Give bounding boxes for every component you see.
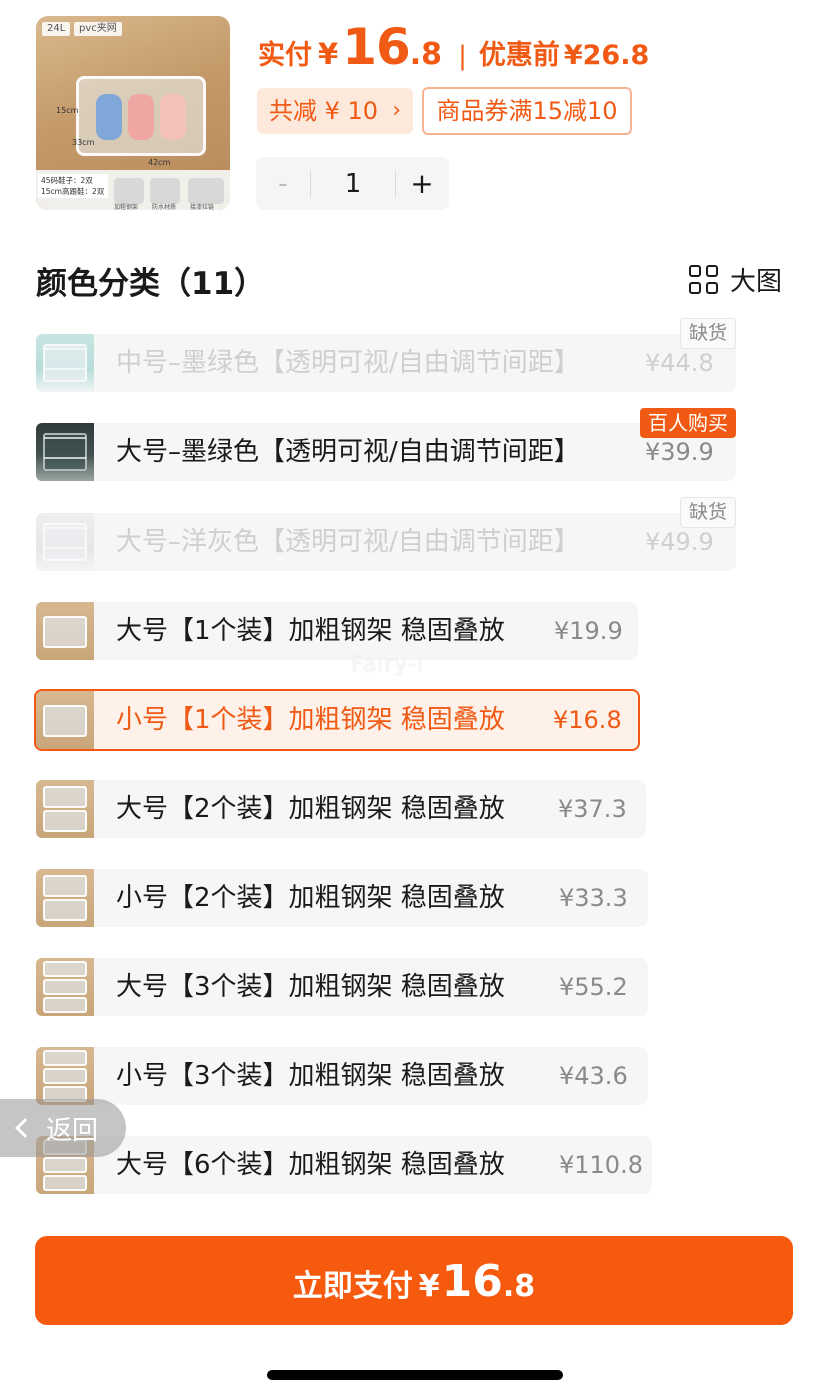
out-of-stock-badge: 缺货 bbox=[679, 318, 736, 349]
quantity-value[interactable]: 1 bbox=[311, 169, 395, 199]
grid-icon bbox=[689, 264, 718, 294]
product-thumbnail[interactable]: 24L pvc夹网 15cm 33cm 42cm 45码鞋子：2双 15cm高跟… bbox=[36, 16, 230, 210]
option-thumbnail bbox=[36, 780, 94, 838]
thumb-caption: 15cm高跟鞋：2双 bbox=[41, 187, 105, 196]
option-item[interactable]: 大号–墨绿色【透明可视/自由调节间距】 ¥39.9 百人购买 bbox=[36, 408, 736, 481]
thumb-info-strip: 45码鞋子：2双 15cm高跟鞋：2双 加粗钢架 防水材质 接漆拉链 bbox=[36, 170, 230, 210]
option-thumbnail bbox=[36, 958, 94, 1016]
option-item[interactable]: 大号–洋灰色【透明可视/自由调节间距】 ¥49.9 缺货 bbox=[36, 497, 736, 571]
thumb-dim-width: 42cm bbox=[148, 158, 171, 167]
thumb-dim-height: 15cm bbox=[56, 106, 79, 115]
thumb-caption: 45码鞋子：2双 bbox=[41, 176, 93, 185]
back-button[interactable]: 返回 bbox=[0, 1099, 126, 1157]
option-label: 中号–墨绿色【透明可视/自由调节间距】 bbox=[116, 348, 580, 378]
option-label: 大号【2个装】加粗钢架 稳固叠放 bbox=[116, 794, 505, 824]
option-item[interactable]: 大号【2个装】加粗钢架 稳固叠放 ¥37.3 bbox=[36, 780, 646, 838]
pay-amount-dec: .8 bbox=[502, 1269, 536, 1304]
option-price: ¥19.9 bbox=[554, 617, 623, 645]
option-thumbnail bbox=[36, 513, 94, 571]
coupon-chip[interactable]: 商品券满15减10 bbox=[422, 87, 632, 135]
feature-image bbox=[114, 178, 144, 204]
option-item[interactable]: 大号【1个装】加粗钢架 稳固叠放 ¥19.9 bbox=[36, 602, 638, 660]
decrease-quantity-button[interactable]: - bbox=[256, 169, 310, 199]
shoe-illustration bbox=[96, 94, 122, 140]
discount-chip[interactable]: 共减 ¥ 10 › bbox=[257, 88, 413, 134]
thumb-dim-depth: 33cm bbox=[72, 138, 95, 147]
option-label: 大号【6个装】加粗钢架 稳固叠放 bbox=[116, 1150, 505, 1180]
option-label: 小号【2个装】加粗钢架 稳固叠放 bbox=[116, 883, 505, 913]
option-thumbnail bbox=[36, 602, 94, 660]
paid-label: 实付 bbox=[258, 40, 312, 71]
watermark: Fairy-i bbox=[351, 652, 424, 677]
original-price: ¥26.8 bbox=[563, 40, 650, 71]
chevron-left-icon bbox=[15, 1118, 35, 1138]
popular-badge: 百人购买 bbox=[640, 408, 736, 438]
option-price: ¥43.6 bbox=[559, 1062, 628, 1090]
discount-label: 共减 ¥ 10 bbox=[269, 97, 379, 125]
feature-image bbox=[188, 178, 224, 204]
shoe-illustration bbox=[160, 94, 186, 140]
feature-label: 防水材质 bbox=[152, 204, 177, 210]
option-label: 大号【3个装】加粗钢架 稳固叠放 bbox=[116, 972, 505, 1002]
chevron-right-icon: › bbox=[392, 98, 401, 123]
option-label: 大号–墨绿色【透明可视/自由调节间距】 bbox=[116, 437, 580, 467]
shoe-illustration bbox=[128, 94, 154, 140]
option-price: ¥37.3 bbox=[558, 795, 627, 823]
option-label: 大号–洋灰色【透明可视/自由调节间距】 bbox=[116, 527, 580, 557]
option-price: ¥16.8 bbox=[553, 706, 622, 734]
price-separator: | bbox=[458, 41, 467, 71]
feature-label: 加粗钢架 bbox=[114, 204, 139, 210]
thumb-tag-material: pvc夹网 bbox=[74, 22, 122, 36]
pay-label: 立即支付 bbox=[292, 1269, 413, 1304]
option-thumbnail bbox=[36, 423, 94, 481]
paid-price-int: 16 bbox=[342, 18, 411, 76]
option-price: ¥55.2 bbox=[559, 973, 628, 1001]
option-thumbnail bbox=[36, 1047, 94, 1105]
big-view-label: 大图 bbox=[730, 266, 783, 297]
home-indicator[interactable] bbox=[267, 1370, 563, 1380]
option-thumbnail bbox=[36, 691, 94, 749]
quantity-stepper: - 1 + bbox=[256, 157, 449, 210]
feature-image bbox=[150, 178, 180, 204]
pay-amount-int: 16 bbox=[441, 1256, 503, 1307]
out-of-stock-badge: 缺货 bbox=[679, 497, 736, 528]
option-item[interactable]: 小号【3个装】加粗钢架 稳固叠放 ¥43.6 bbox=[36, 1047, 648, 1105]
back-label: 返回 bbox=[46, 1115, 99, 1146]
option-price: ¥110.8 bbox=[559, 1151, 643, 1179]
option-label: 大号【1个装】加粗钢架 稳固叠放 bbox=[116, 616, 505, 646]
option-label: 小号【3个装】加粗钢架 稳固叠放 bbox=[116, 1061, 505, 1091]
option-item[interactable]: 小号【2个装】加粗钢架 稳固叠放 ¥33.3 bbox=[36, 869, 648, 927]
pay-now-button[interactable]: 立即支付 ¥ 16 .8 bbox=[35, 1236, 793, 1325]
option-price: ¥33.3 bbox=[559, 884, 628, 912]
paid-price-dec: .8 bbox=[409, 37, 443, 72]
option-item-selected[interactable]: 小号【1个装】加粗钢架 稳固叠放 ¥16.8 bbox=[34, 689, 640, 751]
paid-currency: ¥ bbox=[318, 37, 339, 71]
big-view-toggle[interactable]: 大图 bbox=[689, 262, 783, 297]
option-item[interactable]: 大号【6个装】加粗钢架 稳固叠放 ¥110.8 bbox=[36, 1136, 652, 1194]
option-label: 小号【1个装】加粗钢架 稳固叠放 bbox=[116, 705, 505, 735]
option-thumbnail bbox=[36, 334, 94, 392]
feature-label: 接漆拉链 bbox=[190, 204, 215, 210]
coupon-label: 商品券满15减10 bbox=[436, 97, 618, 125]
original-price-label: 优惠前 bbox=[478, 40, 560, 71]
thumb-tag-capacity: 24L bbox=[42, 22, 71, 36]
increase-quantity-button[interactable]: + bbox=[396, 167, 448, 200]
option-thumbnail bbox=[36, 869, 94, 927]
option-item[interactable]: 中号–墨绿色【透明可视/自由调节间距】 ¥44.8 缺货 bbox=[36, 318, 736, 392]
pay-currency: ¥ bbox=[418, 1269, 440, 1304]
option-item[interactable]: 大号【3个装】加粗钢架 稳固叠放 ¥55.2 bbox=[36, 958, 648, 1016]
price-line: 实付 ¥ 16 .8 | 优惠前 ¥26.8 bbox=[258, 18, 649, 76]
color-category-title: 颜色分类（11） bbox=[36, 266, 266, 302]
